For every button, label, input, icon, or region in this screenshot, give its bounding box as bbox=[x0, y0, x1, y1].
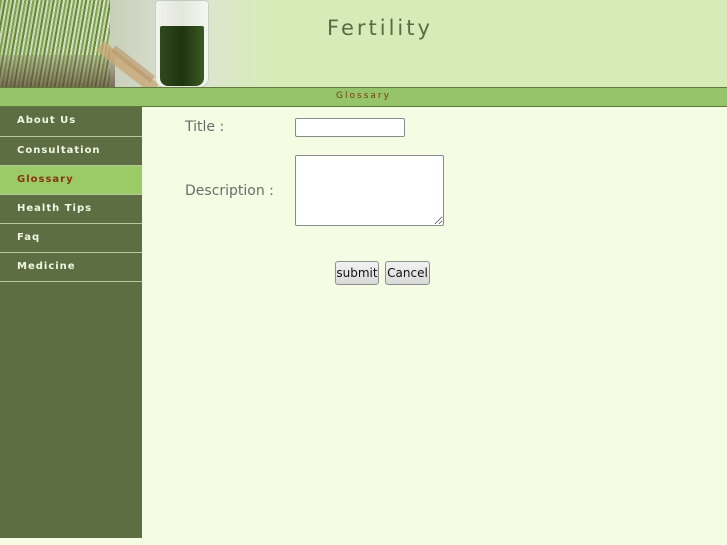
wheatgrass-base bbox=[0, 55, 115, 87]
green-juice bbox=[160, 26, 204, 86]
description-textarea[interactable] bbox=[295, 155, 444, 226]
title-label: Title : bbox=[185, 119, 225, 135]
site-title: Fertility bbox=[327, 16, 433, 40]
title-input[interactable] bbox=[295, 118, 405, 137]
sidebar-item-glossary[interactable]: Glossary bbox=[0, 166, 142, 195]
sidebar-item-faq[interactable]: Faq bbox=[0, 224, 142, 253]
sidebar-nav: About Us Consultation Glossary Health Ti… bbox=[0, 107, 142, 538]
current-page-label: Glossary bbox=[336, 91, 391, 101]
submit-button[interactable]: submit bbox=[335, 261, 379, 285]
site-header: Fertility bbox=[0, 0, 727, 87]
sidebar-item-about-us[interactable]: About Us bbox=[0, 107, 142, 137]
sidebar-item-consultation[interactable]: Consultation bbox=[0, 137, 142, 166]
sidebar-item-medicine[interactable]: Medicine bbox=[0, 253, 142, 282]
breadcrumb-strip: Glossary bbox=[0, 87, 727, 107]
header-banner-image bbox=[0, 0, 270, 87]
description-label: Description : bbox=[185, 183, 274, 199]
sidebar-item-health-tips[interactable]: Health Tips bbox=[0, 195, 142, 224]
cancel-button[interactable]: Cancel bbox=[385, 261, 430, 285]
